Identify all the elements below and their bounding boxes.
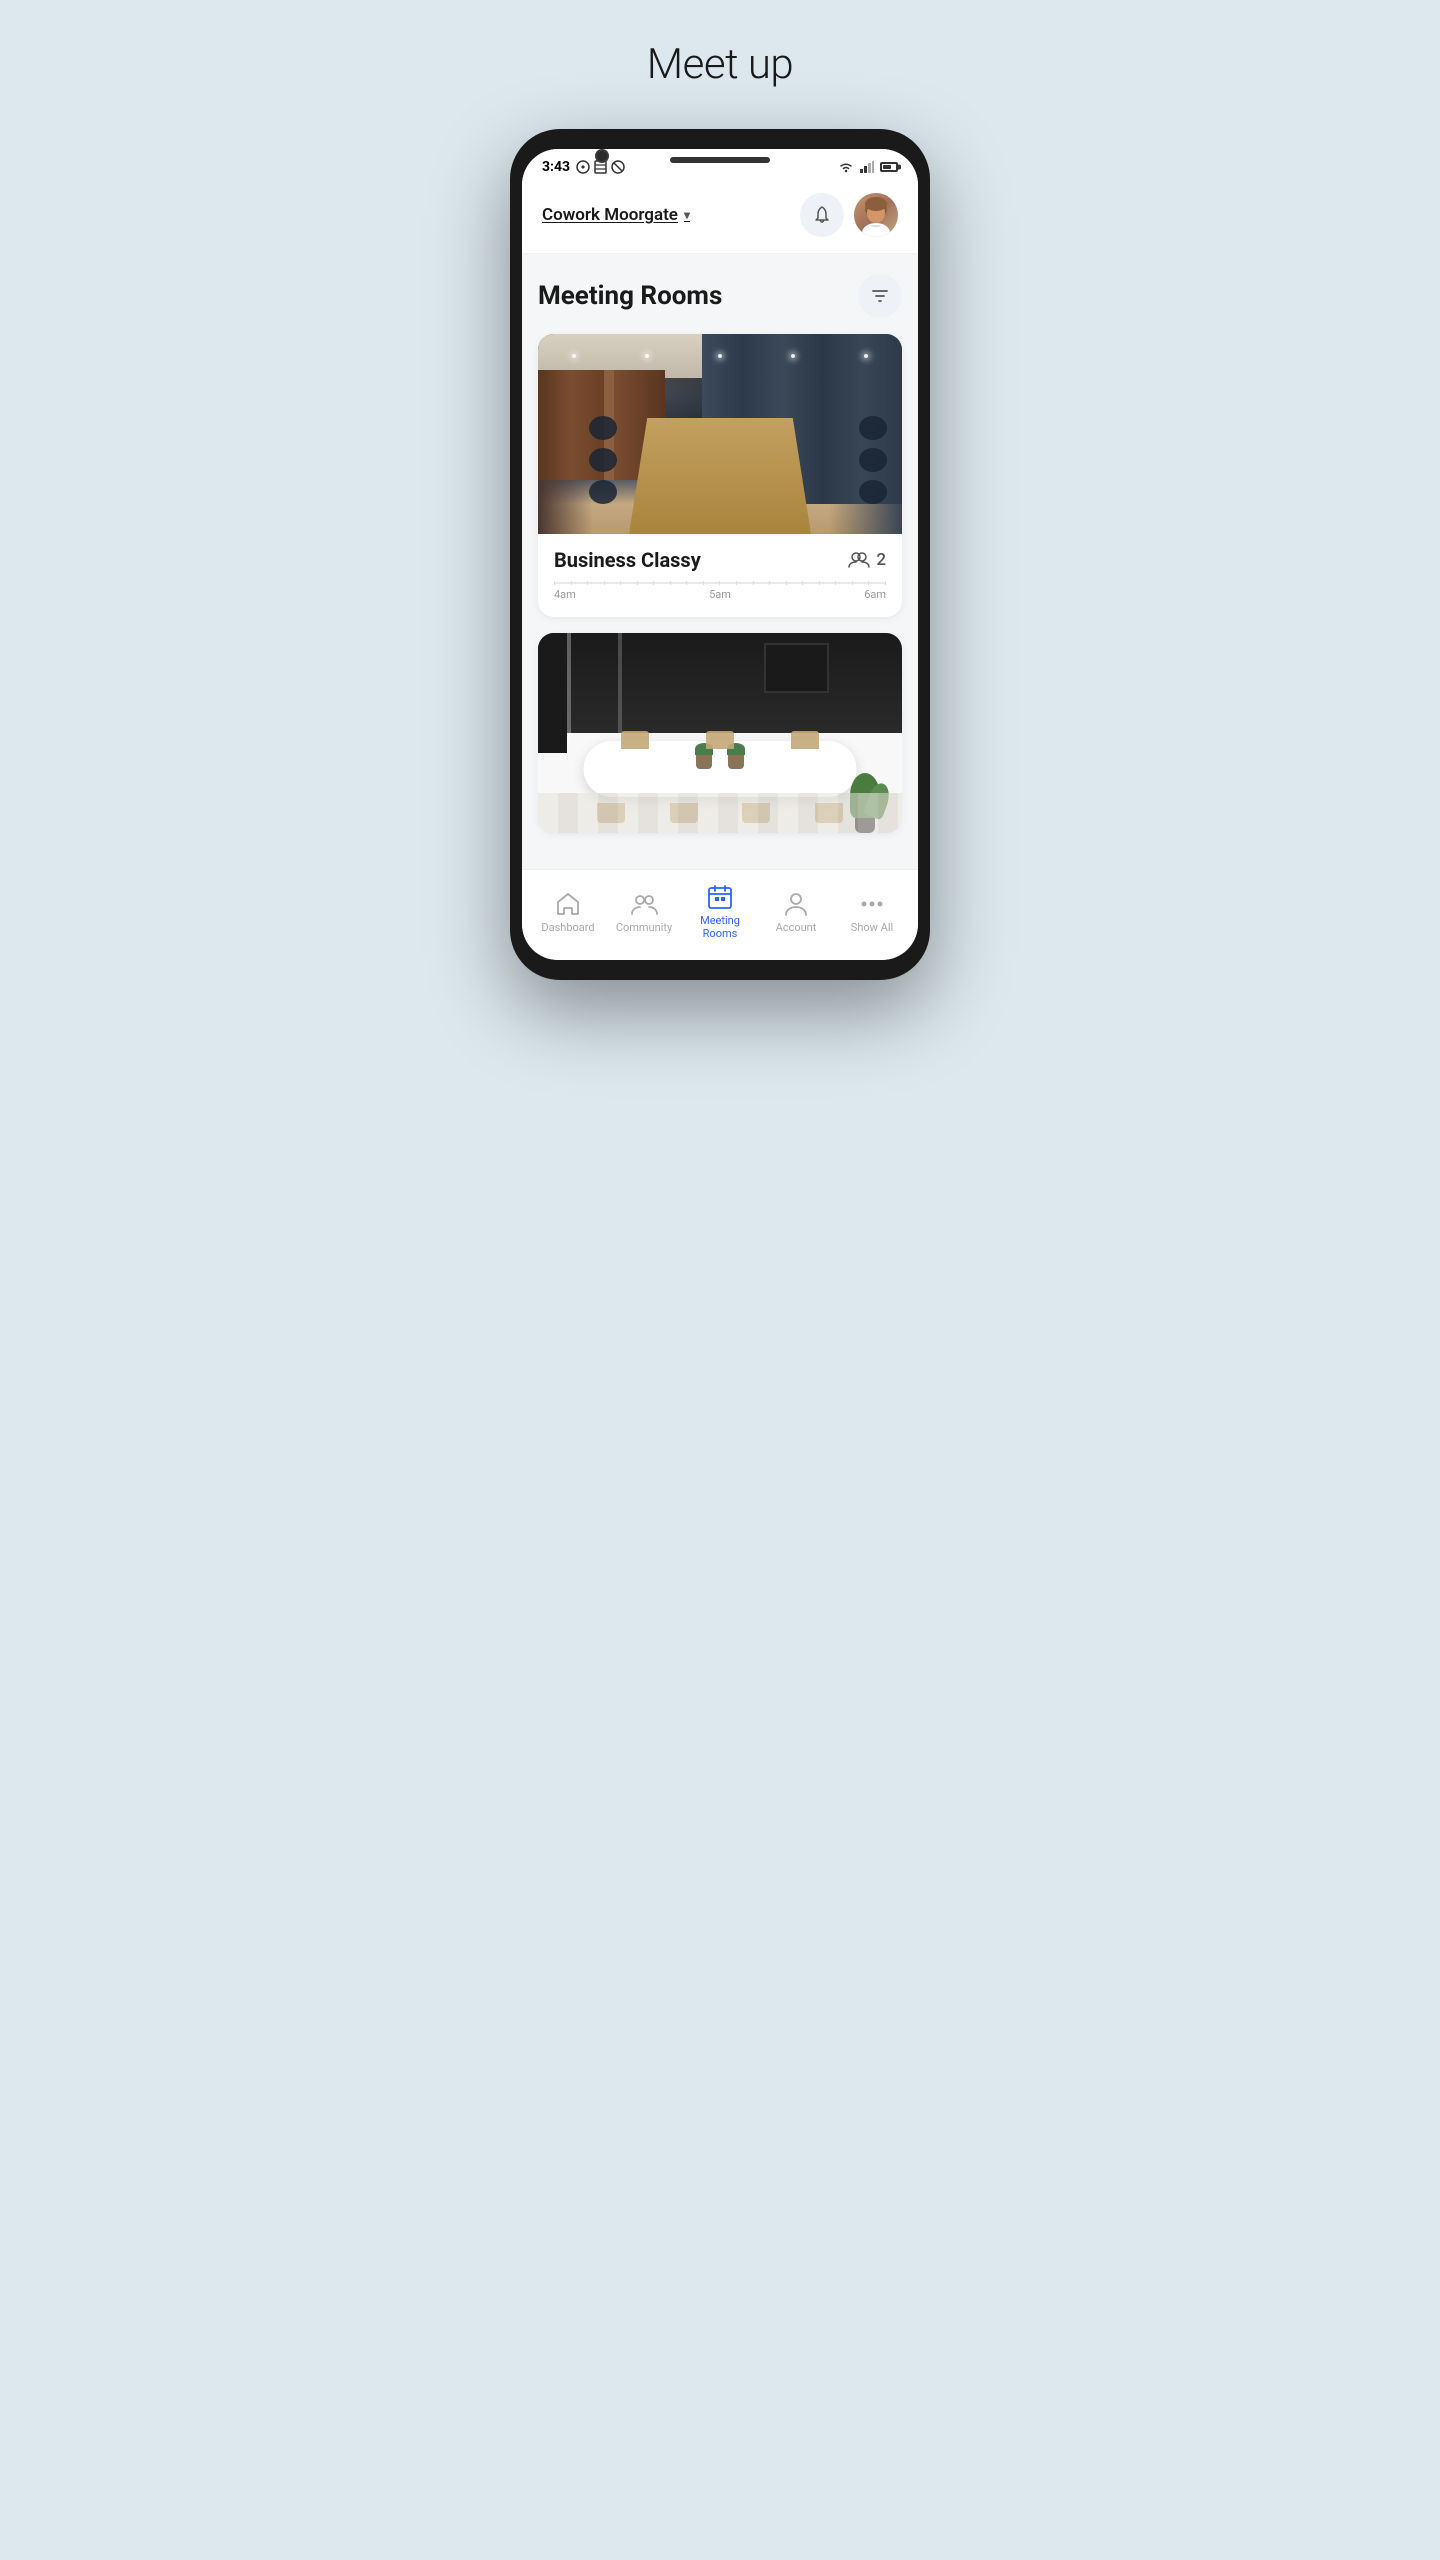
filter-icon <box>870 286 890 306</box>
nav-label-meeting-rooms: MeetingRooms <box>700 914 740 940</box>
filter-button[interactable] <box>858 274 902 318</box>
account-icon <box>784 891 808 917</box>
nav-label-show-all: Show All <box>851 921 893 934</box>
room-timeline-1: 4am 5am 6am <box>554 582 886 601</box>
capacity-icon-1 <box>848 552 870 568</box>
avatar-image <box>854 193 898 237</box>
room-name-row-1: Business Classy 2 <box>554 548 886 572</box>
capacity-number-1: 2 <box>876 550 886 570</box>
room-name-1: Business Classy <box>554 548 701 572</box>
nav-item-account[interactable]: Account <box>758 891 834 934</box>
community-icon <box>630 891 658 917</box>
wifi-icon <box>838 161 854 173</box>
room-info-1: Business Classy 2 <box>538 534 902 617</box>
nav-label-community: Community <box>616 921 672 934</box>
camera <box>595 149 609 163</box>
timeline-end-1: 6am <box>864 588 886 601</box>
nav-item-community[interactable]: Community <box>606 891 682 934</box>
main-content: Meeting Rooms <box>522 254 918 869</box>
notification-button[interactable] <box>800 193 844 237</box>
room-card-1[interactable]: Business Classy 2 <box>538 334 902 617</box>
app-header: Cowork Moorgate ▾ <box>522 181 918 254</box>
room-image-1 <box>538 334 902 534</box>
nav-item-dashboard[interactable]: Dashboard <box>530 891 606 934</box>
time-display: 3:43 <box>542 159 570 175</box>
timeline-mid-1: 5am <box>709 588 731 601</box>
nav-label-dashboard: Dashboard <box>541 921 594 934</box>
section-title: Meeting Rooms <box>538 281 722 311</box>
section-header: Meeting Rooms <box>538 274 902 318</box>
bottom-nav: Dashboard Community <box>522 869 918 960</box>
phone-frame: 3:43 <box>510 129 930 980</box>
user-avatar[interactable] <box>854 193 898 237</box>
calendar-icon <box>707 884 733 910</box>
capacity-badge-1: 2 <box>848 550 886 570</box>
timeline-start-1: 4am <box>554 588 576 601</box>
room-image-2 <box>538 633 902 833</box>
plants-on-table <box>696 753 744 769</box>
battery-icon <box>880 162 898 172</box>
app-title: Meet up <box>647 40 793 89</box>
signal-icon <box>860 161 874 173</box>
system-icon-1 <box>576 160 590 174</box>
header-actions <box>800 193 898 237</box>
bell-icon <box>812 205 832 225</box>
ceiling-lights <box>538 354 902 358</box>
nav-item-meeting-rooms[interactable]: MeetingRooms <box>682 884 758 940</box>
dots-icon <box>859 891 885 917</box>
phone-screen: 3:43 <box>522 149 918 960</box>
timeline-labels-1: 4am 5am 6am <box>554 588 886 601</box>
room-table-2 <box>584 741 857 797</box>
chevron-down-icon: ▾ <box>684 208 690 222</box>
room-card-2[interactable] <box>538 633 902 833</box>
status-bar: 3:43 <box>522 149 918 181</box>
nav-item-show-all[interactable]: Show All <box>834 891 910 934</box>
status-right <box>838 161 898 173</box>
location-selector[interactable]: Cowork Moorgate ▾ <box>542 205 690 225</box>
home-icon <box>555 891 581 917</box>
nav-label-account: Account <box>776 921 817 934</box>
location-name: Cowork Moorgate <box>542 205 678 225</box>
avatar-svg <box>854 193 898 237</box>
timeline-bar-1 <box>554 582 886 584</box>
sync-icon <box>611 160 625 174</box>
